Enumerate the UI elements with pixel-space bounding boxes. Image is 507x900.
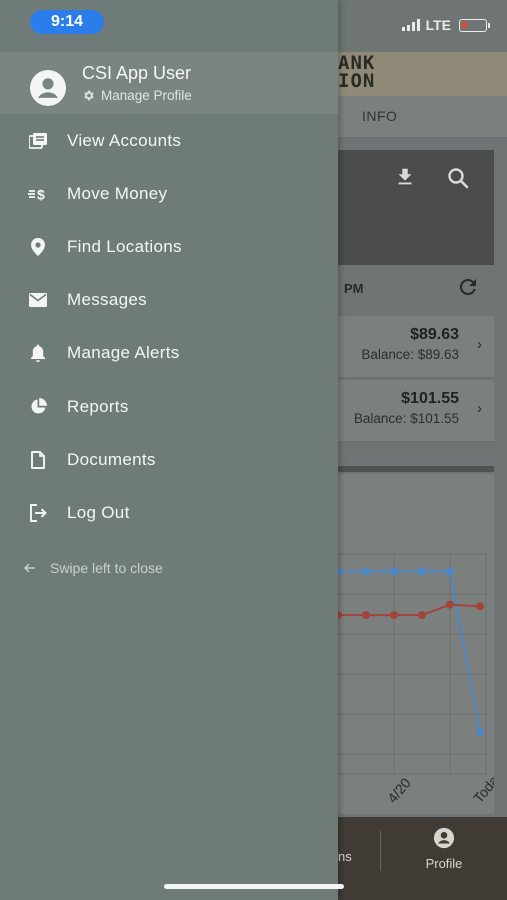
chart-canvas: 4/20 Today [308, 553, 506, 806]
balance-chart: 4/20 Today [308, 474, 506, 814]
account-row[interactable]: $89.63 Balance: $89.63 › [338, 316, 494, 378]
chart-point [334, 611, 342, 620]
menu-label: Find Locations [67, 236, 182, 256]
move-money-icon: $ [28, 184, 48, 204]
refresh-icon[interactable] [456, 275, 480, 304]
mail-icon [28, 290, 48, 310]
menu-label: Log Out [67, 502, 130, 522]
chart-series-line [308, 570, 481, 733]
search-icon[interactable] [446, 166, 470, 195]
chart-point [390, 567, 398, 576]
chart-point [418, 567, 426, 576]
tab-info[interactable]: INFO [362, 108, 397, 124]
divider [338, 466, 494, 472]
chevron-right-icon: › [477, 400, 482, 417]
chart-point [476, 728, 484, 737]
profile-icon [433, 827, 455, 849]
divider [338, 444, 494, 456]
chart-tick-label: 4/20 [384, 775, 414, 806]
accounts-icon [28, 131, 48, 151]
bank-logo: ANK ION [338, 52, 507, 96]
swipe-hint: Swipe left to close [23, 560, 163, 576]
status-time: 9:14 [30, 10, 104, 34]
pie-chart-icon [28, 397, 48, 417]
sync-bar: PM [338, 265, 494, 309]
chart-point [390, 611, 398, 620]
battery-icon [459, 18, 490, 32]
menu-item-view-accounts[interactable]: View Accounts [0, 114, 338, 167]
nav-profile-label: Profile [425, 856, 463, 871]
menu-label: Documents [67, 449, 156, 469]
chart-point [362, 611, 370, 620]
logout-icon [28, 503, 48, 523]
nav-divider [380, 831, 381, 871]
avatar-icon [30, 70, 66, 111]
chart-point [446, 600, 454, 609]
menu-label: Messages [67, 290, 147, 310]
chart-tick-label: Today [470, 767, 494, 806]
swipe-hint-label: Swipe left to close [50, 560, 163, 576]
menu-item-find-locations[interactable]: Find Locations [0, 220, 338, 273]
account-amount: $101.55 [401, 390, 459, 407]
network-label: LTE [425, 17, 451, 33]
chart-frame [337, 553, 487, 775]
manage-profile-label: Manage Profile [101, 88, 192, 103]
manage-profile-link[interactable]: Manage Profile [82, 88, 192, 103]
menu-label: Manage Alerts [67, 343, 180, 363]
document-icon [28, 450, 48, 470]
menu-item-reports[interactable]: Reports [0, 380, 338, 433]
status-indicators: LTE [401, 17, 490, 33]
chevron-right-icon: › [477, 336, 482, 353]
menu-label: Move Money [67, 183, 168, 203]
download-icon[interactable] [394, 166, 416, 193]
menu-item-manage-alerts[interactable]: Manage Alerts [0, 327, 338, 380]
menu-label: Reports [67, 396, 129, 416]
home-indicator[interactable] [164, 884, 344, 889]
brand-line-2: ION [338, 70, 376, 92]
accounts-header [338, 150, 494, 265]
navigation-drawer[interactable]: 9:14 CSI App User Manage Profile View Ac… [0, 0, 338, 900]
account-row[interactable]: $101.55 Balance: $101.55 › [338, 380, 494, 442]
chart-point [418, 611, 426, 620]
nav-item-profile[interactable]: Profile [408, 827, 480, 871]
svg-text:$: $ [37, 187, 45, 201]
account-balance: Balance: $89.63 [361, 347, 459, 362]
location-pin-icon [28, 237, 48, 257]
menu-item-documents[interactable]: Documents [0, 433, 338, 486]
profile-header[interactable]: CSI App User Manage Profile [0, 52, 338, 114]
bottom-nav: ns Profile [338, 817, 507, 900]
sync-time: PM [344, 281, 364, 296]
menu-item-log-out[interactable]: Log Out [0, 486, 338, 539]
menu-item-move-money[interactable]: $ Move Money [0, 167, 338, 220]
account-balance: Balance: $101.55 [353, 411, 459, 426]
signal-icon [401, 19, 420, 31]
arrow-left-icon [23, 560, 36, 576]
user-name: CSI App User [82, 63, 192, 83]
chart-point [362, 567, 370, 576]
gear-icon [84, 90, 94, 101]
bell-icon [28, 343, 48, 363]
nav-item-partial[interactable]: ns [338, 849, 352, 864]
chart-point [476, 602, 484, 611]
menu-label: View Accounts [67, 130, 182, 150]
chart-point [446, 567, 454, 576]
drawer-menu: View Accounts $ Move Money Find Location… [0, 114, 338, 540]
chart-point [334, 567, 342, 576]
account-amount: $89.63 [410, 326, 459, 343]
tab-bar: INFO [338, 96, 507, 138]
menu-item-messages[interactable]: Messages [0, 274, 338, 327]
